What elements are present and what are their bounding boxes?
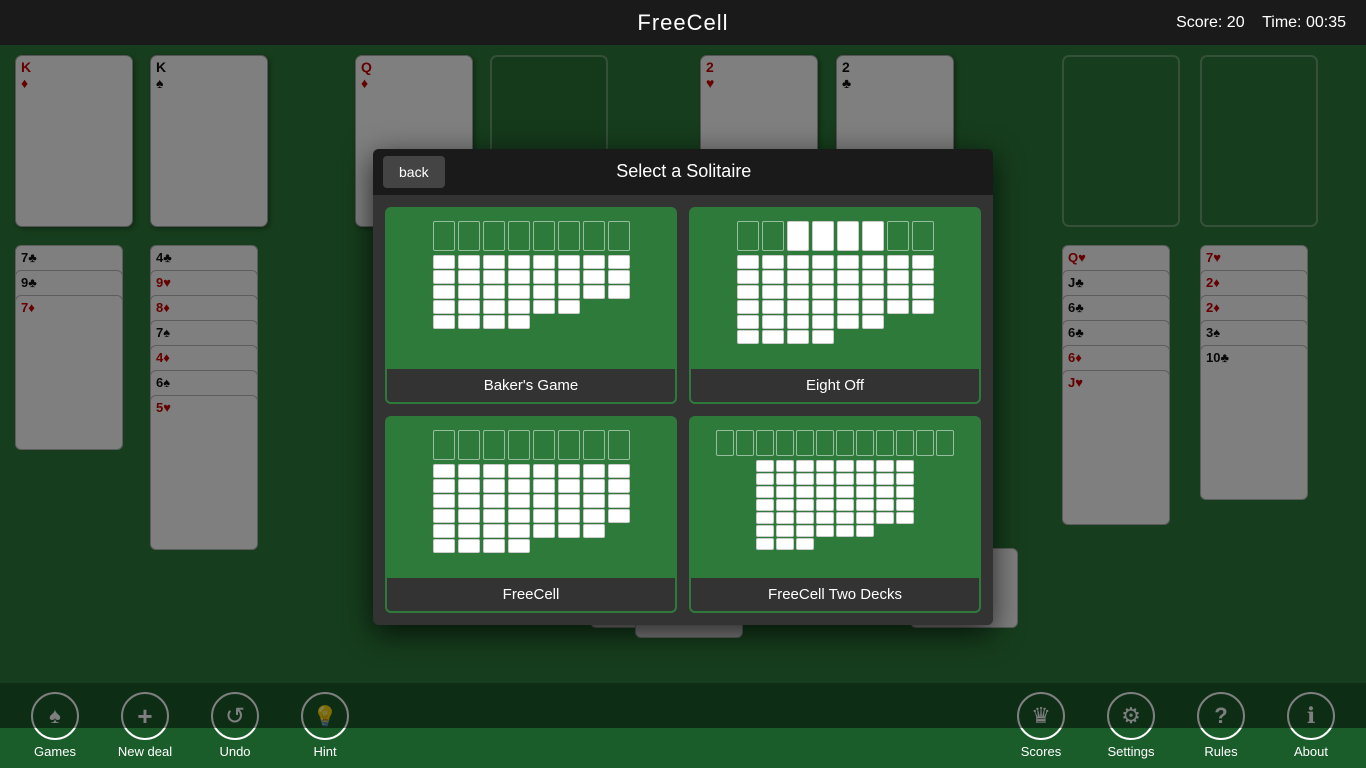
time-label: Time:	[1262, 14, 1301, 31]
bakers-game-label: Baker's Game	[387, 369, 675, 402]
eight-off-preview	[691, 209, 979, 369]
games-label: Games	[34, 744, 76, 759]
modal-overlay: back Select a Solitaire	[0, 45, 1366, 728]
bakers-game-option[interactable]: Baker's Game	[385, 207, 677, 404]
modal-title: Select a Solitaire	[455, 161, 993, 182]
undo-label: Undo	[219, 744, 250, 759]
score-label: Score:	[1176, 14, 1222, 31]
freecell-two-decks-preview	[691, 418, 979, 578]
app-header: FreeCell Score: 20 Time: 00:35	[0, 0, 1366, 45]
bakers-game-preview	[387, 209, 675, 369]
app-title: FreeCell	[637, 10, 728, 36]
modal-body: Baker's Game	[373, 195, 993, 625]
about-label: About	[1294, 744, 1328, 759]
eight-off-option[interactable]: Eight Off	[689, 207, 981, 404]
freecell-two-decks-option[interactable]: FreeCell Two Decks	[689, 416, 981, 613]
time-value: 00:35	[1306, 14, 1346, 31]
freecell-preview	[387, 418, 675, 578]
new-deal-label: New deal	[118, 744, 172, 759]
game-area: K♦ K♠ Q♦ 2♥ 2♣ 7♣ 9♣ 7♦ 4♣ 9♥ 8♦ 7♠ 4♦	[0, 45, 1366, 728]
score-value: 20	[1227, 14, 1245, 31]
rules-label: Rules	[1204, 744, 1237, 759]
solitaire-select-modal: back Select a Solitaire	[373, 149, 993, 625]
freecell-option[interactable]: FreeCell	[385, 416, 677, 613]
eight-off-label: Eight Off	[691, 369, 979, 402]
scores-label: Scores	[1021, 744, 1061, 759]
hint-label: Hint	[313, 744, 336, 759]
freecell-two-decks-label: FreeCell Two Decks	[691, 578, 979, 611]
score-time-display: Score: 20 Time: 00:35	[1176, 14, 1346, 32]
freecell-label: FreeCell	[387, 578, 675, 611]
back-button[interactable]: back	[383, 156, 445, 188]
modal-header: back Select a Solitaire	[373, 149, 993, 195]
settings-label: Settings	[1108, 744, 1155, 759]
